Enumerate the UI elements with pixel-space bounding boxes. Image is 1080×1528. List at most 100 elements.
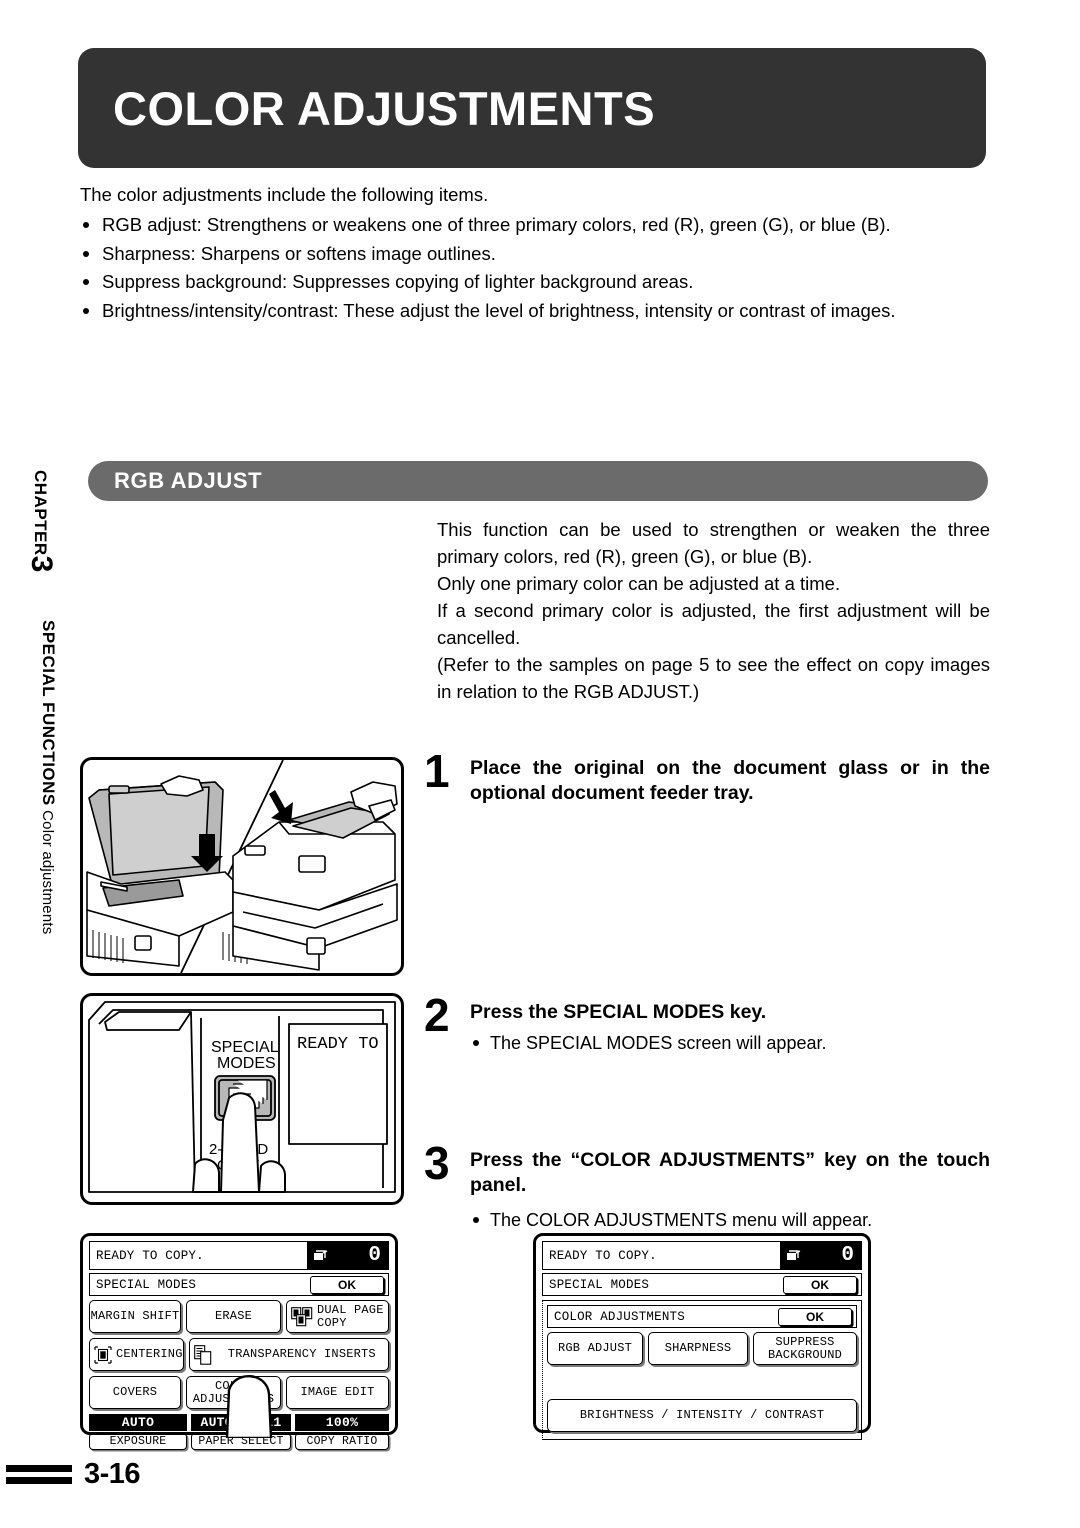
operation-panel-illustration: READY TO SPECIAL MODES 2-SIDED COPY <box>80 993 404 1205</box>
rgb-desc-p3: If a second primary color is adjusted, t… <box>437 600 990 648</box>
paper-select-label: PAPER SELECT <box>191 1433 291 1450</box>
copy-counter: 0 <box>780 1241 862 1270</box>
list-item: Brightness/intensity/contrast: These adj… <box>80 298 960 325</box>
paper-stack-icon <box>314 1249 328 1260</box>
copy-ratio-cell[interactable]: 100% COPY RATIO <box>295 1414 389 1450</box>
centering-icon <box>94 1345 112 1364</box>
ok-button[interactable]: OK <box>310 1275 384 1294</box>
chapter-banner: COLOR ADJUSTMENTS <box>78 48 986 168</box>
paper-stack-icon <box>787 1249 801 1260</box>
bullet-dot-icon <box>83 279 89 285</box>
color-adjustments-header: COLOR ADJUSTMENTS OK <box>547 1305 857 1328</box>
function-sub-label: Color adjustments <box>39 810 56 935</box>
transparency-inserts-key[interactable]: TRANSPARENCY INSERTS <box>188 1338 389 1371</box>
page-number: 3-16 <box>84 1458 141 1490</box>
step-2-headline: Press the SPECIAL MODES key. <box>470 1001 767 1023</box>
dual-page-icon <box>291 1306 313 1326</box>
status-bar: READY TO COPY. 0 <box>542 1241 862 1270</box>
centering-label: CENTERING <box>116 1347 183 1361</box>
list-item-label: RGB adjust: Strengthens or weakens one o… <box>102 214 891 235</box>
panel-special-modes-label-2: MODES <box>217 1055 276 1072</box>
step-3: 3 Press the “COLOR ADJUSTMENTS” key on t… <box>424 1140 990 1232</box>
copy-ratio-value: 100% <box>295 1414 389 1431</box>
dual-page-copy-key[interactable]: DUAL PAGE COPY <box>286 1300 389 1333</box>
list-item-label: The SPECIAL MODES screen will appear. <box>490 1033 827 1053</box>
brightness-intensity-contrast-key[interactable]: BRIGHTNESS / INTENSITY / CONTRAST <box>547 1399 857 1432</box>
footer: 3-16 <box>6 1458 141 1491</box>
bullet-dot-icon <box>83 307 89 314</box>
rgb-adjust-key[interactable]: RGB ADJUST <box>547 1332 643 1365</box>
function-word: SPECIAL FUNCTIONS <box>39 620 58 806</box>
counter-value: 0 <box>368 1244 381 1267</box>
rgb-desc-p1: This function can be used to strengthen … <box>437 519 990 567</box>
margin-shift-key[interactable]: MARGIN SHIFT <box>89 1300 181 1333</box>
status-bar: READY TO COPY. 0 <box>89 1241 389 1270</box>
copier-document-placement-illustration <box>80 757 404 976</box>
list-item: RGB adjust: Strengthens or weakens one o… <box>80 212 960 239</box>
status-message: READY TO COPY. <box>89 1241 307 1270</box>
list-item-label: Sharpness: Sharpens or softens image out… <box>102 242 496 264</box>
covers-key[interactable]: COVERS <box>89 1376 181 1409</box>
panel-special-modes-label-1: SPECIAL <box>211 1039 279 1056</box>
rgb-desc-p2: Only one primary color can be adjusted a… <box>437 573 841 594</box>
centering-key[interactable]: CENTERING <box>89 1338 184 1371</box>
bullet-dot-icon <box>473 1217 479 1223</box>
footer-rule-icon <box>6 1465 72 1484</box>
bullet-dot-icon <box>83 250 89 257</box>
exposure-cell[interactable]: AUTO EXPOSURE <box>89 1414 187 1450</box>
step-1: 1 Place the original on the document gla… <box>424 748 990 806</box>
section-header-bar: RGB ADJUST <box>88 461 988 501</box>
chapter-number: 3 <box>25 555 58 573</box>
exposure-value: AUTO <box>89 1414 187 1431</box>
sub-ok-button[interactable]: OK <box>778 1307 852 1326</box>
list-item-label: Brightness/intensity/contrast: These adj… <box>102 299 896 321</box>
special-modes-header-label: SPECIAL MODES <box>549 1277 650 1292</box>
step-2-bullets: The SPECIAL MODES screen will appear. <box>470 1031 990 1055</box>
step-2: 2 Press the SPECIAL MODES key. The SPECI… <box>424 992 990 1055</box>
paper-select-value: AUTO 8½X11 <box>191 1414 291 1431</box>
color-adjustments-touch-panel-screen[interactable]: READY TO COPY. 0 SPECIAL MODES OK COLOR … <box>533 1233 871 1440</box>
intro-block: The color adjustments include the follow… <box>80 182 960 326</box>
step-1-headline: Place the original on the document glass… <box>470 757 990 804</box>
color-adjustments-key-row-1: RGB ADJUST SHARPNESS SUPPRESS BACKGROUND <box>547 1332 857 1365</box>
list-item: Suppress background: Suppresses copying … <box>80 269 960 296</box>
sharpness-key[interactable]: SHARPNESS <box>648 1332 748 1365</box>
special-modes-touch-panel-screen[interactable]: READY TO COPY. 0 SPECIAL MODES OK MARGIN… <box>80 1233 398 1450</box>
panel-display-text: READY TO <box>297 1035 379 1054</box>
color-adjustments-header-label: COLOR ADJUSTMENTS <box>554 1309 685 1324</box>
status-message: READY TO COPY. <box>542 1241 780 1270</box>
copy-counter: 0 <box>307 1241 389 1270</box>
dual-page-copy-label: DUAL PAGE COPY <box>317 1302 384 1330</box>
bullet-dot-icon <box>83 222 89 228</box>
intro-bullet-list: RGB adjust: Strengthens or weakens one o… <box>80 212 960 324</box>
section-title: RGB ADJUST <box>114 468 263 493</box>
list-item: The COLOR ADJUSTMENTS menu will appear. <box>470 1208 990 1232</box>
chapter-side-tab-function: SPECIAL FUNCTIONS Color adjustments <box>38 620 58 934</box>
special-modes-header: SPECIAL MODES OK <box>542 1273 862 1296</box>
image-edit-key[interactable]: IMAGE EDIT <box>286 1376 389 1409</box>
page-title: COLOR ADJUSTMENTS <box>113 81 656 135</box>
transparency-icon <box>193 1344 211 1365</box>
list-item: The SPECIAL MODES screen will appear. <box>470 1031 990 1055</box>
chapter-side-tab: CHAPTER3 SPECIAL FUNCTIONS Color adjustm… <box>24 470 64 990</box>
special-modes-key-row-3: COVERS COLOR ADJUSTMENTS IMAGE EDIT <box>89 1376 389 1409</box>
color-adjustments-key-row-2: BRIGHTNESS / INTENSITY / CONTRAST <box>547 1399 857 1432</box>
rgb-desc-p4: (Refer to the samples on page 5 to see t… <box>437 654 990 702</box>
chapter-side-tab-chapter: CHAPTER3 <box>24 470 58 572</box>
step-3-bullets: The COLOR ADJUSTMENTS menu will appear. <box>470 1208 990 1232</box>
step-3-number: 3 <box>424 1137 450 1189</box>
bullet-dot-icon <box>473 1040 479 1046</box>
suppress-background-key[interactable]: SUPPRESS BACKGROUND <box>753 1332 857 1365</box>
step-1-number: 1 <box>424 745 450 797</box>
erase-key[interactable]: ERASE <box>186 1300 281 1333</box>
list-item-label: Suppress background: Suppresses copying … <box>102 271 694 292</box>
special-modes-key-row-1: MARGIN SHIFT ERASE DUAL PAGE COPY <box>89 1300 389 1333</box>
chapter-word: CHAPTER <box>31 470 50 556</box>
color-adjustments-key[interactable]: COLOR ADJUSTMENTS <box>186 1376 281 1409</box>
intro-lead: The color adjustments include the follow… <box>80 184 489 205</box>
step-3-headline: Press the “COLOR ADJUSTMENTS” key on the… <box>470 1149 990 1196</box>
list-item: Sharpness: Sharpens or softens image out… <box>80 241 960 268</box>
ok-button[interactable]: OK <box>783 1275 857 1294</box>
paper-select-cell[interactable]: AUTO 8½X11 PAPER SELECT <box>191 1414 291 1450</box>
special-modes-header: SPECIAL MODES OK <box>89 1273 389 1296</box>
